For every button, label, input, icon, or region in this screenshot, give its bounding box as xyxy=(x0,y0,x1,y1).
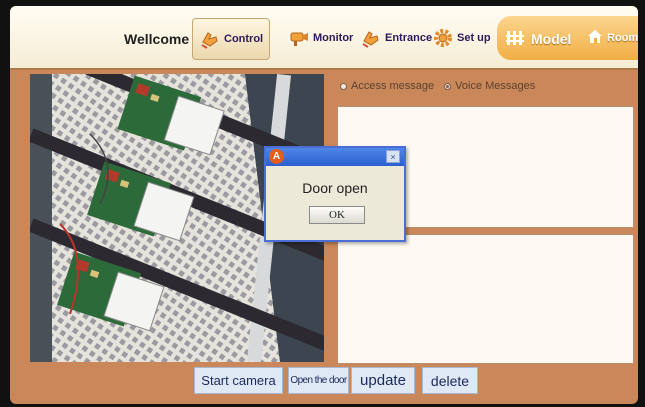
nav-entrance-button[interactable]: Entrance xyxy=(360,18,432,58)
nav-entrance-label: Entrance xyxy=(385,32,433,44)
nav-monitor-button[interactable]: Monitor xyxy=(288,18,353,58)
message-type-selector: Access message Voice Messages xyxy=(340,80,545,92)
access-message-label: Access message xyxy=(351,80,435,92)
house-icon xyxy=(587,28,603,47)
ok-button[interactable]: OK xyxy=(309,206,365,224)
delete-button[interactable]: delete xyxy=(422,367,478,394)
voice-messages-label: Voice Messages xyxy=(455,80,536,92)
alert-icon: A xyxy=(269,149,284,164)
app-screen: Wellcome Control Monitor Entrance Set up xyxy=(10,6,638,404)
nav-control-button[interactable]: Control xyxy=(192,18,271,60)
camera-icon xyxy=(288,27,310,49)
welcome-label: Wellcome xyxy=(124,31,190,47)
update-button[interactable]: update xyxy=(351,367,415,394)
top-navigation-bar: Wellcome Control Monitor Entrance Set up xyxy=(10,6,638,70)
access-message-radio[interactable] xyxy=(340,82,347,90)
open-door-button[interactable]: Open the door xyxy=(288,367,349,394)
room-button[interactable]: Room xyxy=(587,28,638,47)
voice-messages-radio[interactable] xyxy=(444,82,452,90)
dialog-message: Door open xyxy=(302,180,368,196)
nav-monitor-label: Monitor xyxy=(313,32,354,44)
model-button[interactable]: Model xyxy=(505,28,571,49)
model-label: Model xyxy=(531,30,572,47)
nav-setup-button[interactable]: Set up xyxy=(432,18,491,58)
close-icon[interactable]: × xyxy=(386,150,400,163)
hand-pointer-icon xyxy=(199,28,221,50)
door-open-dialog: A × Door open OK xyxy=(264,146,406,242)
start-camera-button[interactable]: Start camera xyxy=(194,367,283,394)
hand-pointer-icon xyxy=(360,27,382,49)
nav-setup-label: Set up xyxy=(457,32,491,44)
gear-icon xyxy=(432,27,454,49)
fence-icon xyxy=(505,28,525,49)
message-list-lower[interactable] xyxy=(337,234,634,364)
room-label: Room xyxy=(607,31,638,44)
dialog-titlebar: A × xyxy=(266,148,404,166)
nav-control-label: Control xyxy=(224,33,264,45)
model-room-tab: Model Room xyxy=(497,16,638,60)
